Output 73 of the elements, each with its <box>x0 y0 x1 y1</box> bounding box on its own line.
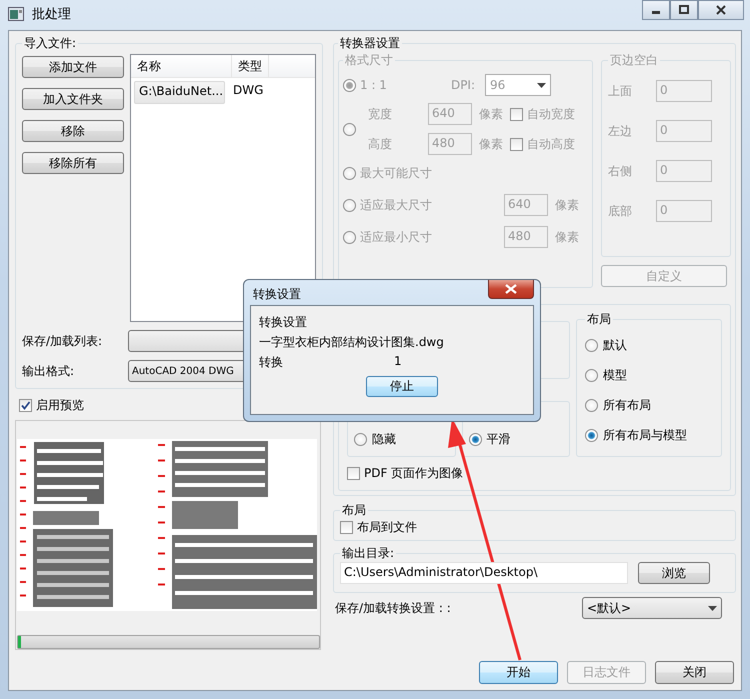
radio-button[interactable] <box>468 433 482 446</box>
unit-label: 像素 <box>478 106 504 122</box>
option-label: 适应最小尺寸 <box>360 228 433 246</box>
checkbox-label: 自动宽度 <box>527 106 575 122</box>
checkbox-label: PDF 页面作为图像 <box>364 465 464 482</box>
group-title: 转换器设置 <box>339 35 401 52</box>
file-name: 一字型衣柜内部结构设计图集.dwg <box>259 334 445 350</box>
checkbox[interactable] <box>340 521 353 534</box>
group-title: 布局 <box>341 502 367 519</box>
field-label: 左边 <box>608 122 633 140</box>
count-value: 1 <box>394 354 402 370</box>
field-label: DPI: <box>450 78 476 92</box>
group-title: 布局 <box>586 311 612 328</box>
radio-button[interactable] <box>585 428 598 442</box>
option-label: 默认 <box>603 336 627 354</box>
list-button[interactable]: 添加文件 <box>22 56 124 78</box>
option-label: 所有布局与模型 <box>603 426 687 444</box>
field-label: 输出格式: <box>22 362 76 380</box>
option-label: 平滑 <box>486 431 510 448</box>
checkbox-label: 启用预览 <box>36 397 84 414</box>
checkbox[interactable] <box>347 467 360 480</box>
field-label: 右侧 <box>608 162 633 180</box>
close-button[interactable] <box>488 280 534 299</box>
table-cell: G:\BaiduNet... <box>134 81 225 104</box>
minimize-button[interactable] <box>642 0 670 20</box>
column-header[interactable]: 名称 <box>131 55 232 77</box>
close-button[interactable] <box>698 0 744 20</box>
radio-button[interactable] <box>585 398 598 412</box>
field-label: 上面 <box>608 82 633 100</box>
field-label: 保存/加载转换设置 : : <box>335 600 451 616</box>
field-label: 底部 <box>608 202 633 220</box>
option-label: 隐藏 <box>372 431 396 448</box>
group-title: 格式尺寸 <box>344 52 394 69</box>
maximize-icon <box>679 5 689 15</box>
option-label: 模型 <box>603 366 627 384</box>
window-title: 批处理 <box>32 6 71 23</box>
caret-icon <box>537 82 546 88</box>
group-title: 导入文件: <box>23 35 78 52</box>
radio-button[interactable] <box>585 338 598 352</box>
field-label: 高度 <box>367 136 393 152</box>
field-label: 保存/加载列表: <box>22 332 104 350</box>
path-field[interactable]: C:\Users\Administrator\Desktop\ <box>340 562 628 584</box>
stop-button[interactable]: 停止 <box>366 376 438 397</box>
option-label: 最大可能尺寸 <box>360 164 432 182</box>
list-button[interactable]: 加入文件夹 <box>22 88 124 110</box>
maximize-button[interactable] <box>670 0 698 20</box>
app-icon <box>8 7 24 21</box>
settings-dropdown[interactable]: <默认> <box>582 597 722 619</box>
unit-label: 像素 <box>554 228 580 246</box>
footer-button[interactable]: 关闭 <box>655 661 734 684</box>
close-icon <box>716 5 726 15</box>
dialog-title: 转换设置 <box>253 286 301 303</box>
unit-label: 像素 <box>478 136 504 152</box>
caret-icon <box>708 606 717 610</box>
field-label: 宽度 <box>367 106 393 122</box>
close-icon <box>505 284 517 294</box>
checkbox-label: 自动高度 <box>527 136 575 152</box>
option-label: 所有布局 <box>603 396 651 414</box>
checkbox[interactable] <box>19 399 32 412</box>
table-cell-text: DWG <box>232 82 264 99</box>
list-button[interactable]: 移除所有 <box>22 152 124 174</box>
radio-button[interactable] <box>354 433 367 446</box>
group-title: 页边空白 <box>609 52 659 69</box>
column-header[interactable]: 类型 <box>232 55 269 77</box>
checkbox-label: 布局到文件 <box>357 519 417 536</box>
browse-button[interactable]: 浏览 <box>638 562 710 584</box>
option-label: 适应最大尺寸 <box>360 196 433 214</box>
group-title: 输出目录: <box>341 545 396 562</box>
footer-button[interactable]: 开始 <box>479 661 558 684</box>
radio-button[interactable] <box>585 368 598 382</box>
list-button[interactable]: 移除 <box>22 120 124 142</box>
option-label: 1 : 1 <box>360 78 387 92</box>
unit-label: 像素 <box>554 196 580 214</box>
